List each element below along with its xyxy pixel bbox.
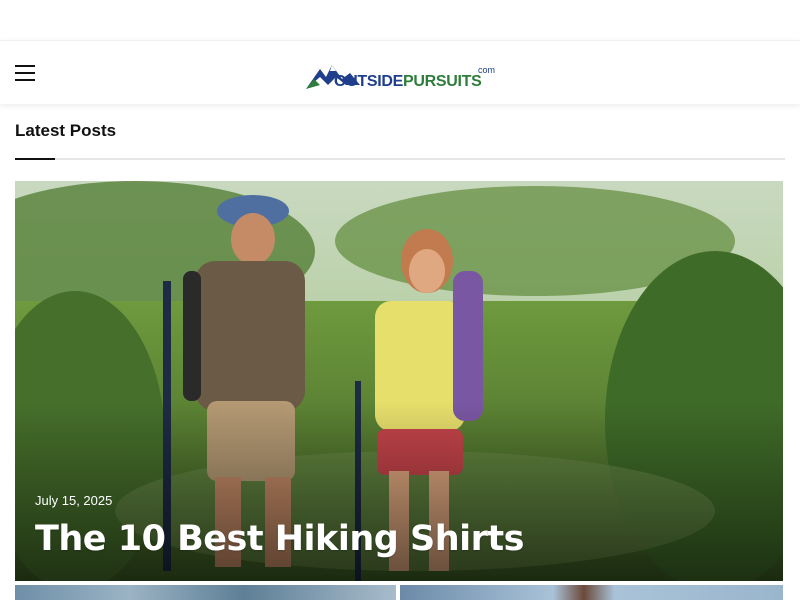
logo-text-part2: PURSUITS bbox=[403, 73, 482, 90]
menu-bar bbox=[15, 72, 35, 74]
section-title: Latest Posts bbox=[15, 121, 117, 140]
post-thumbnail[interactable] bbox=[15, 585, 396, 600]
menu-bar bbox=[15, 79, 35, 81]
menu-bar bbox=[15, 65, 35, 67]
section-divider-accent bbox=[15, 158, 55, 160]
site-logo[interactable]: OUTSIDEPURSUITS com bbox=[306, 55, 498, 93]
section-divider bbox=[15, 158, 785, 160]
post-date: July 15, 2025 bbox=[35, 493, 113, 508]
logo-wordmark: OUTSIDEPURSUITS bbox=[334, 73, 482, 91]
featured-post[interactable]: July 15, 2025 The 10 Best Hiking Shirts bbox=[15, 181, 783, 581]
logo-text-part1: OUTSIDE bbox=[334, 73, 404, 90]
logo-suffix: com bbox=[478, 65, 496, 75]
hamburger-menu-icon[interactable] bbox=[15, 65, 35, 81]
top-strip bbox=[0, 0, 800, 40]
post-thumbnail[interactable] bbox=[400, 585, 783, 600]
site-header: OUTSIDEPURSUITS com bbox=[0, 40, 800, 104]
post-title[interactable]: The 10 Best Hiking Shirts bbox=[35, 519, 524, 559]
